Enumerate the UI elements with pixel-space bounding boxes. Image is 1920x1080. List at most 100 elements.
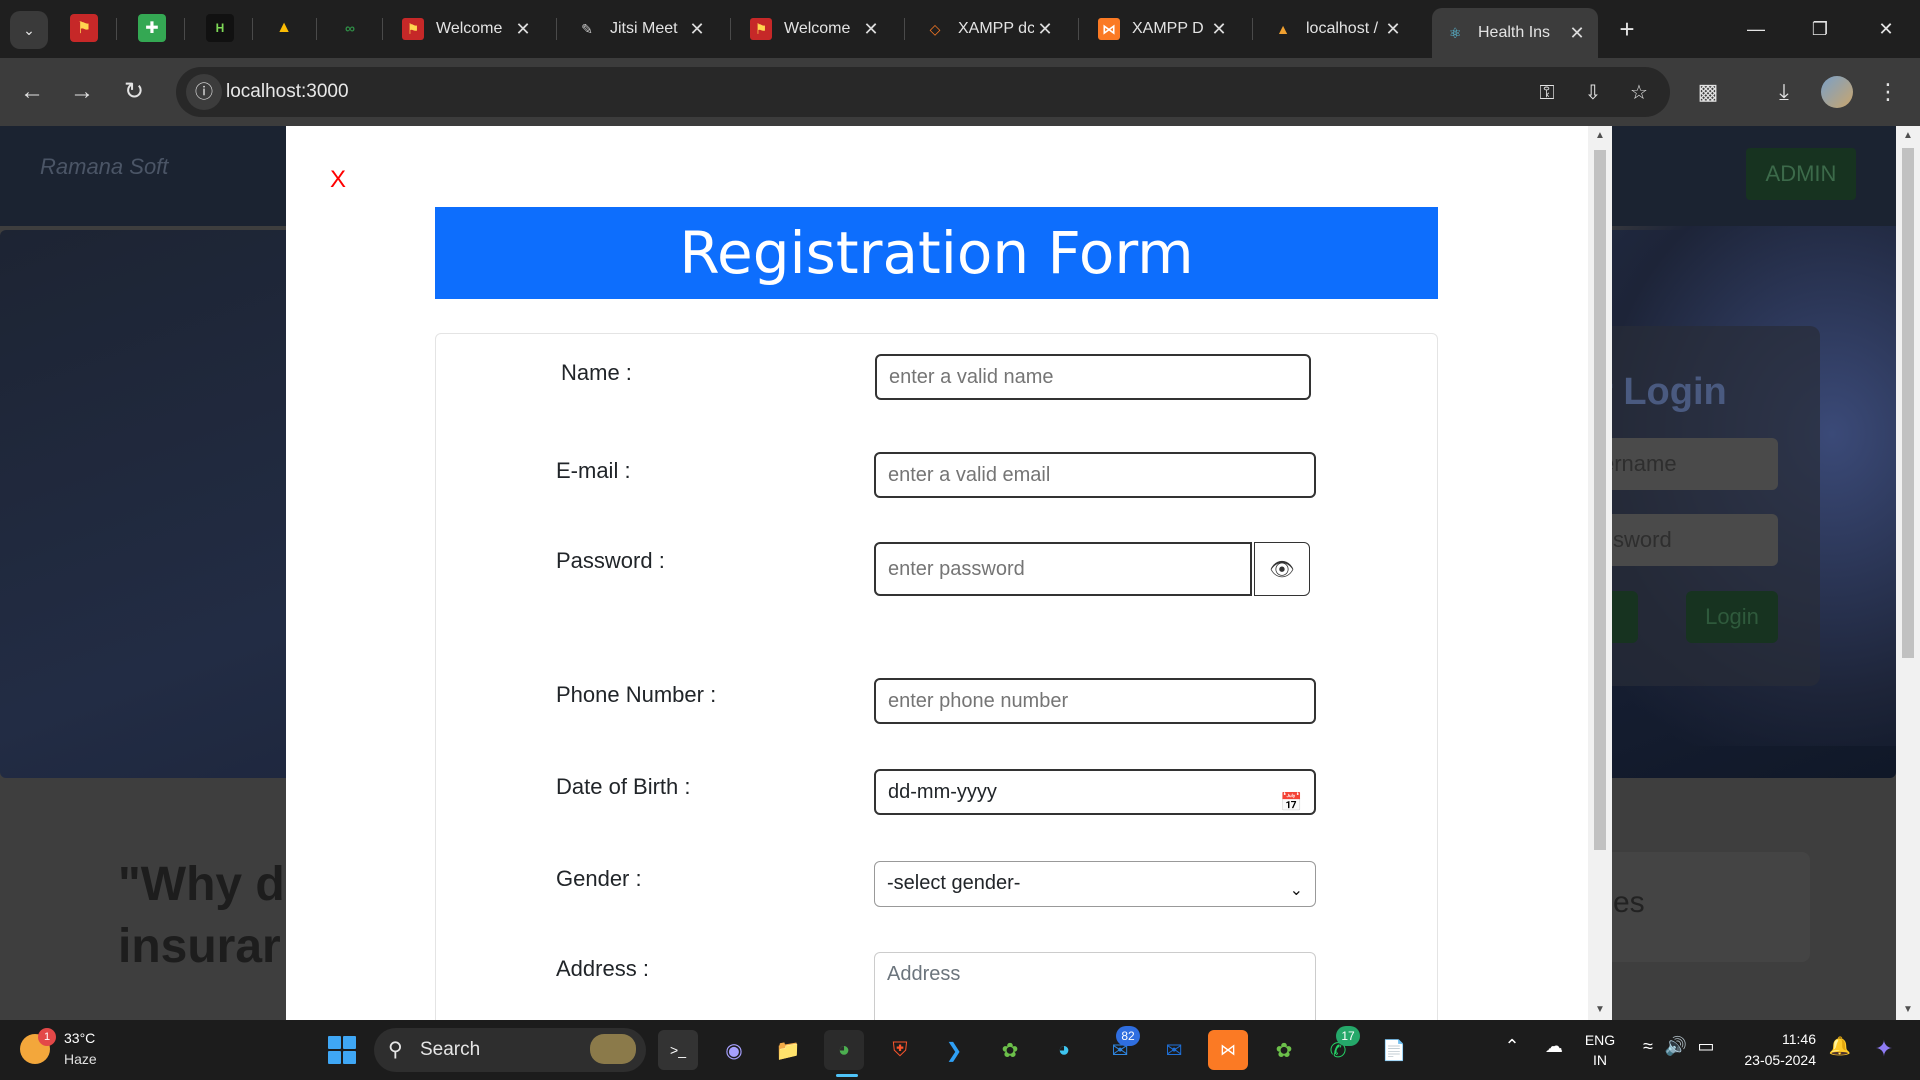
modal-scroll-down-arrow-icon[interactable]: ▼ (1594, 1004, 1606, 1015)
tab-separator (556, 18, 557, 40)
restore-icon[interactable]: ❐ (1800, 12, 1840, 46)
page-viewport: Ramana Soft ADMIN r Login ername ssword … (0, 126, 1920, 1020)
outlook-badge: 82 (1116, 1026, 1140, 1046)
spring-tool-2-icon[interactable]: ✿ (1264, 1030, 1304, 1070)
show-hidden-icons-chevron-icon[interactable]: ⌃ (1500, 1036, 1524, 1057)
language-indicator[interactable]: ENG (1582, 1032, 1618, 1048)
modal-scrollbar[interactable]: ▲ ▼ (1588, 126, 1612, 1020)
install-app-icon[interactable]: ⇩ (1576, 76, 1610, 110)
scroll-up-arrow-icon[interactable]: ▲ (1902, 130, 1914, 141)
calendar-icon[interactable]: 📅 (1280, 781, 1302, 812)
address-bar[interactable]: ⓘ localhost:3000 ⚿ ⇩ ☆ (176, 67, 1670, 117)
password-input[interactable] (874, 542, 1252, 596)
wifi-icon[interactable]: ≈ (1636, 1036, 1660, 1057)
tab-close-icon[interactable]: ✕ (1208, 19, 1230, 40)
terminal-icon[interactable]: >_ (658, 1030, 698, 1070)
xampp-logo-icon: ⋈ (1098, 18, 1120, 40)
pinned-tab-sheets-icon[interactable]: ✚ (138, 14, 166, 42)
show-password-eye-icon[interactable]: 👁 (1254, 542, 1310, 596)
background-password-field: ssword (1598, 514, 1778, 566)
bookmark-star-icon[interactable]: ☆ (1622, 76, 1656, 110)
onedrive-cloud-icon[interactable]: ☁ (1542, 1036, 1566, 1057)
tab-title: Welcome (784, 20, 851, 37)
name-input[interactable] (875, 354, 1311, 400)
pinned-tab-hackerrank-icon[interactable]: H (206, 14, 234, 42)
tab-separator (316, 18, 317, 40)
tab-health-insurance-active[interactable]: ⚛ Health Ins ✕ (1432, 8, 1598, 58)
tab-close-icon[interactable]: ✕ (1034, 19, 1056, 40)
phone-input[interactable] (874, 678, 1316, 724)
tab-welcome-1[interactable]: ⚑ Welcome ✕ (390, 8, 544, 50)
vscode-icon[interactable]: ❯ (934, 1030, 974, 1070)
tab-close-icon[interactable]: ✕ (1382, 19, 1404, 40)
pinned-tab-drive-icon[interactable]: ▲ (270, 14, 298, 42)
form-card (435, 333, 1438, 1020)
modal-close-button[interactable]: X (330, 166, 346, 194)
notepad-file-icon[interactable]: 📄 (1374, 1030, 1414, 1070)
new-tab-plus-icon[interactable]: + (1612, 12, 1642, 46)
tab-separator (1252, 18, 1253, 40)
password-label: Password : (556, 548, 665, 573)
email-input[interactable] (874, 452, 1316, 498)
search-label: Search (420, 1039, 481, 1060)
more-menu-icon[interactable]: ⋮ (1870, 74, 1906, 110)
battery-icon[interactable]: ▭ (1694, 1036, 1718, 1057)
site-info-icon[interactable]: ⓘ (186, 74, 222, 110)
modal-scroll-up-arrow-icon[interactable]: ▲ (1594, 130, 1606, 141)
brave-icon[interactable]: ⛨ (880, 1030, 920, 1070)
modal-scrollbar-thumb[interactable] (1594, 150, 1606, 850)
tab-search-chevron-icon[interactable]: ⌄ (10, 11, 48, 49)
tab-close-icon[interactable]: ✕ (860, 19, 882, 40)
edge-icon[interactable]: ◕ (1044, 1030, 1084, 1070)
language-region[interactable]: IN (1582, 1052, 1618, 1068)
search-highlight-image (590, 1034, 636, 1064)
taskbar-search[interactable]: ⚲ Search (374, 1028, 646, 1072)
weather-condition[interactable]: Haze (64, 1051, 97, 1067)
name-label: Name : (561, 360, 632, 385)
tab-xampp-docs-2[interactable]: ⋈ XAMPP D ✕ (1086, 8, 1240, 50)
outlook-new-icon[interactable]: ✉ (1154, 1030, 1194, 1070)
tab-separator (252, 18, 253, 40)
windows-start-icon[interactable] (328, 1036, 356, 1064)
scroll-down-arrow-icon[interactable]: ▼ (1902, 1004, 1914, 1015)
tab-close-icon[interactable]: ✕ (686, 19, 708, 40)
pinned-tab-xampp-icon[interactable]: ⚑ (70, 14, 98, 42)
tab-close-icon[interactable]: ✕ (512, 19, 534, 40)
back-arrow-icon[interactable]: ← (14, 74, 50, 110)
page-scrollbar[interactable]: ▲ ▼ (1896, 126, 1920, 1020)
notifications-bell-icon[interactable]: 🔔 (1828, 1036, 1852, 1057)
reload-icon[interactable]: ↻ (116, 74, 152, 110)
xampp-icon[interactable]: ⋈ (1208, 1030, 1248, 1070)
pinned-tab-geeksforgeeks-icon[interactable]: ∞ (336, 14, 364, 42)
forward-arrow-icon[interactable]: → (64, 74, 100, 110)
file-explorer-icon[interactable]: 📁 (768, 1030, 808, 1070)
dob-label: Date of Birth : (556, 774, 691, 799)
address-textarea[interactable]: Address (874, 952, 1316, 1020)
tab-jitsi-meet[interactable]: ✎ Jitsi Meet ✕ (564, 8, 718, 50)
clock-time[interactable]: 11:46 (1736, 1031, 1816, 1047)
dob-input[interactable]: dd-mm-yyyy 📅 (874, 769, 1316, 815)
extensions-puzzle-icon[interactable]: ▩ (1690, 74, 1726, 110)
tab-welcome-2[interactable]: ⚑ Welcome ✕ (738, 8, 892, 50)
volume-icon[interactable]: 🔊 (1664, 1036, 1688, 1057)
password-key-icon[interactable]: ⚿ (1530, 76, 1564, 110)
tab-xampp-docs-1[interactable]: ◇ XAMPP dc ✕ (912, 8, 1066, 50)
background-why-heading: "Why d insurar (118, 854, 285, 978)
weather-badge: 1 (38, 1028, 56, 1046)
window-close-icon[interactable]: ✕ (1866, 12, 1906, 46)
gender-select[interactable]: -select gender- ⌄ (874, 861, 1316, 907)
url-text[interactable]: localhost:3000 (226, 81, 349, 103)
profile-avatar[interactable] (1821, 76, 1853, 108)
eclipse-icon[interactable]: ◉ (714, 1030, 754, 1070)
weather-temperature[interactable]: 33°C (64, 1030, 95, 1046)
downloads-icon[interactable]: ⤓ (1766, 74, 1802, 110)
spring-tool-icon[interactable]: ✿ (990, 1030, 1030, 1070)
copilot-icon[interactable]: ✦ (1866, 1036, 1902, 1062)
tab-localhost-phpmyadmin[interactable]: ▲ localhost / ✕ (1260, 8, 1414, 50)
page-scrollbar-thumb[interactable] (1902, 148, 1914, 658)
tab-title: XAMPP dc (958, 20, 1034, 37)
clock-date[interactable]: 23-05-2024 (1728, 1052, 1816, 1068)
minimize-icon[interactable]: — (1736, 12, 1776, 46)
tab-close-icon[interactable]: ✕ (1566, 23, 1588, 44)
chrome-icon[interactable]: ◕ (824, 1030, 864, 1070)
